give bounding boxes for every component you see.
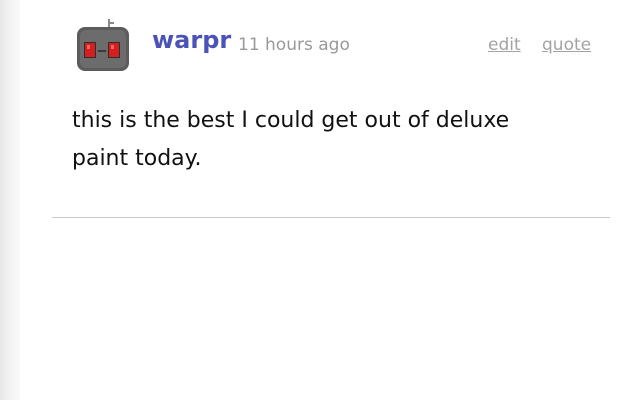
comment-body: this is the best I could get out of delu… — [72, 108, 510, 171]
page: warpr 11 hours ago edit quote this is th… — [0, 0, 640, 400]
comment-author-link[interactable]: warpr — [152, 28, 231, 52]
robot-avatar-icon — [77, 19, 129, 71]
left-edge-shadow — [0, 0, 20, 400]
comment-timestamp: 11 hours ago — [238, 35, 350, 55]
quote-link[interactable]: quote — [542, 37, 591, 54]
edit-link[interactable]: edit — [488, 37, 521, 54]
avatar[interactable] — [76, 18, 130, 72]
comment: warpr 11 hours ago edit quote this is th… — [52, 0, 610, 218]
